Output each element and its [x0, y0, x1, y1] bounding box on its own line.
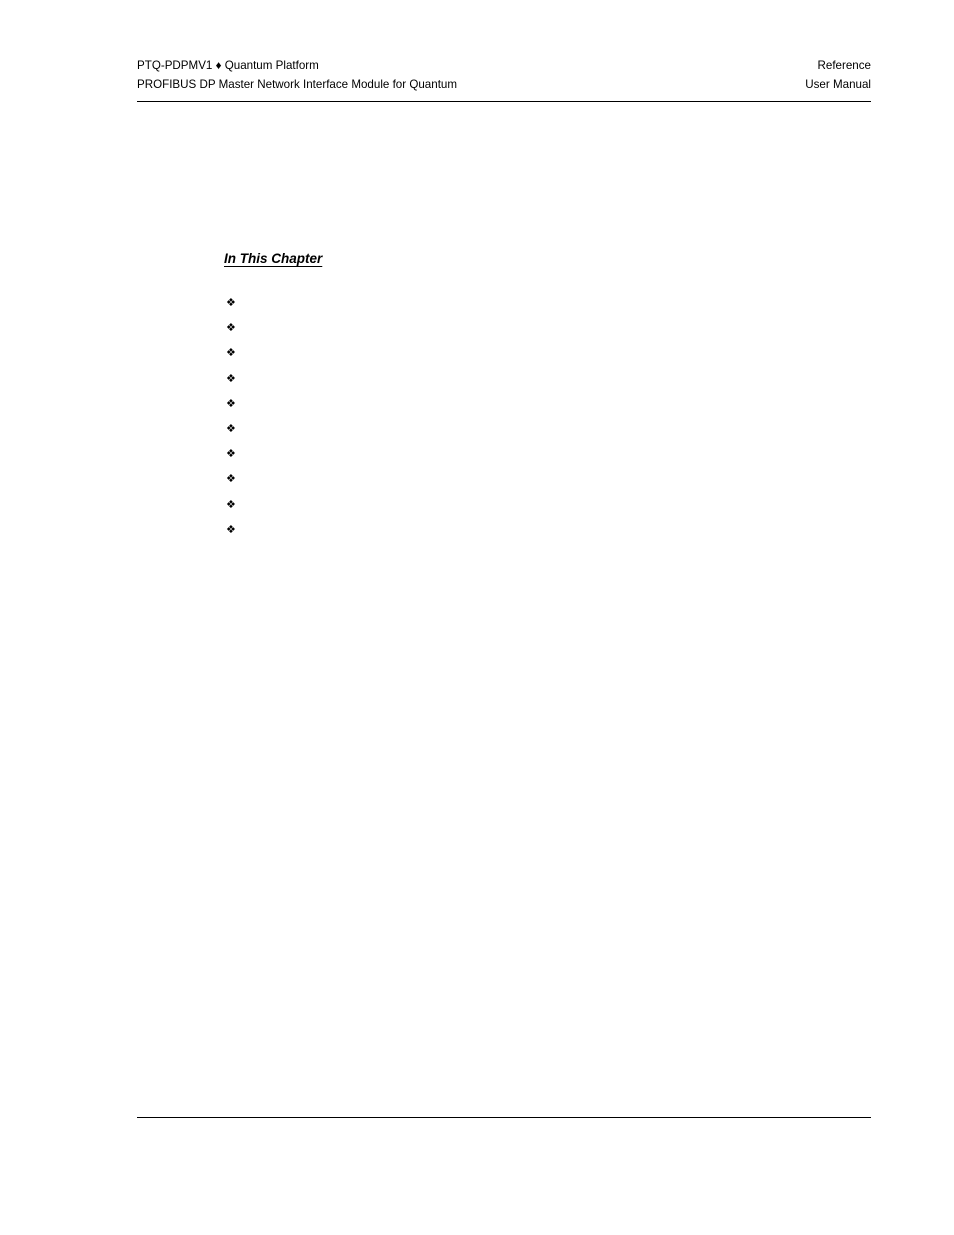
- list-item[interactable]: ❖: [226, 315, 866, 340]
- list-item[interactable]: ❖: [226, 290, 866, 315]
- list-item[interactable]: ❖: [226, 466, 866, 491]
- header-doc-subtype-line: User Manual: [805, 78, 871, 91]
- list-item[interactable]: ❖: [226, 517, 866, 542]
- list-item[interactable]: ❖: [226, 416, 866, 441]
- list-item[interactable]: ❖: [226, 492, 866, 517]
- footer-divider-rule: [137, 1117, 871, 1118]
- header-product-line: PTQ-PDPMV1 ♦ Quantum Platform: [137, 59, 319, 72]
- floret-diamond-bullet-icon: ❖: [226, 396, 236, 410]
- chapter-toc-list: ❖ ❖ ❖ ❖ ❖ ❖ ❖ ❖ ❖ ❖: [226, 290, 866, 542]
- in-this-chapter-heading: In This Chapter: [224, 251, 323, 266]
- floret-diamond-bullet-icon: ❖: [226, 321, 236, 335]
- header-left-block: PTQ-PDPMV1 ♦ Quantum Platform PROFIBUS D…: [137, 56, 457, 94]
- floret-diamond-bullet-icon: ❖: [226, 421, 236, 435]
- floret-diamond-bullet-icon: ❖: [226, 522, 236, 536]
- header-doc-type-line: Reference: [817, 59, 872, 72]
- chapter-intro-block: In This Chapter ❖ ❖ ❖ ❖ ❖ ❖ ❖ ❖ ❖ ❖: [224, 250, 870, 536]
- document-page: PTQ-PDPMV1 ♦ Quantum Platform PROFIBUS D…: [0, 0, 954, 1235]
- list-item[interactable]: ❖: [226, 340, 866, 365]
- list-item[interactable]: ❖: [226, 366, 866, 391]
- floret-diamond-bullet-icon: ❖: [226, 371, 236, 385]
- page-header: PTQ-PDPMV1 ♦ Quantum Platform PROFIBUS D…: [137, 56, 871, 94]
- header-module-line: PROFIBUS DP Master Network Interface Mod…: [137, 78, 458, 91]
- list-item[interactable]: ❖: [226, 391, 866, 416]
- floret-diamond-bullet-icon: ❖: [226, 346, 236, 360]
- floret-diamond-bullet-icon: ❖: [226, 296, 236, 309]
- header-divider-rule: [137, 101, 871, 102]
- floret-diamond-bullet-icon: ❖: [226, 472, 236, 486]
- floret-diamond-bullet-icon: ❖: [226, 497, 236, 511]
- list-item[interactable]: ❖: [226, 441, 866, 466]
- header-right-block: Reference User Manual: [805, 56, 871, 94]
- floret-diamond-bullet-icon: ❖: [226, 447, 236, 461]
